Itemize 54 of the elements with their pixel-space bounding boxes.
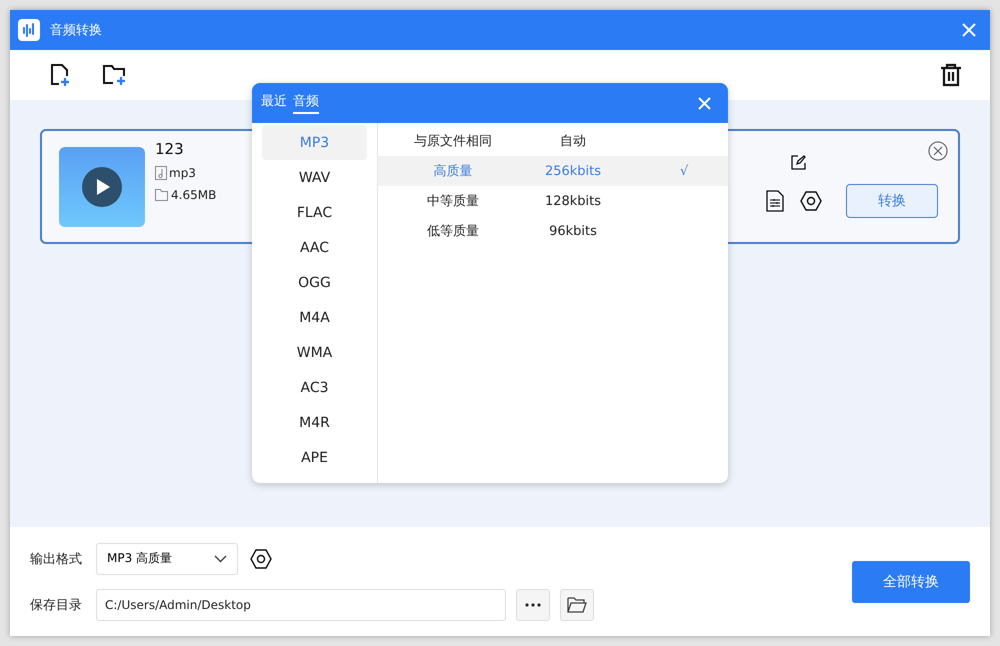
format-item[interactable]: AAC	[262, 230, 367, 265]
output-format-dropdown[interactable]: MP3 高质量	[96, 542, 238, 574]
close-icon[interactable]	[698, 96, 711, 110]
music-file-icon	[155, 166, 167, 180]
quality-name: 与原文件相同	[413, 133, 493, 150]
file-format: mp3	[169, 166, 196, 180]
more-icon	[525, 602, 541, 606]
quality-row[interactable]: 与原文件相同 自动	[378, 126, 728, 156]
more-button[interactable]	[516, 588, 550, 620]
window-title: 音频转换	[50, 22, 103, 39]
delete-icon[interactable]	[940, 63, 962, 87]
format-item[interactable]: WMA	[262, 335, 367, 370]
check-mark: √	[680, 164, 688, 178]
file-name: 123	[155, 140, 185, 158]
popup-tab[interactable]: 音频	[293, 92, 319, 114]
file-settings-icon[interactable]	[766, 190, 784, 212]
play-icon[interactable]	[82, 166, 122, 206]
quality-row[interactable]: 低等质量 96kbits	[378, 216, 728, 246]
add-folder-icon[interactable]	[102, 63, 128, 87]
quality-row[interactable]: 高质量 256kbits √	[378, 156, 728, 186]
open-folder-button[interactable]	[560, 588, 594, 620]
settings-icon[interactable]	[800, 191, 822, 211]
close-icon[interactable]	[962, 23, 976, 37]
bitrate: 96kbits	[548, 224, 598, 238]
edit-icon[interactable]	[791, 155, 806, 170]
save-directory-field[interactable]: C:/Users/Admin/Desktop	[96, 588, 506, 620]
file-size: 4.65MB	[171, 188, 216, 202]
remove-icon[interactable]	[928, 141, 948, 161]
format-item[interactable]: OGG	[262, 265, 367, 300]
format-item[interactable]: WAV	[262, 160, 367, 195]
bitrate: 256kbits	[544, 164, 602, 178]
folder-icon	[567, 596, 587, 612]
format-item[interactable]: AC3	[262, 370, 367, 405]
quality-row[interactable]: 中等质量 128kbits	[378, 186, 728, 216]
chevron-down-icon	[214, 554, 227, 562]
quality-name: 低等质量	[426, 223, 480, 240]
app-logo-icon	[18, 19, 40, 41]
bitrate: 自动	[559, 133, 587, 150]
format-item[interactable]: APE	[262, 440, 367, 475]
convert-button[interactable]: 转换	[846, 184, 938, 218]
output-format-label: 输出格式	[30, 550, 83, 568]
convert-all-button[interactable]: 全部转换	[852, 560, 970, 602]
bitrate: 128kbits	[544, 194, 602, 208]
quality-name: 高质量	[432, 163, 474, 180]
popup-tab[interactable]: 最近	[261, 92, 287, 114]
format-item[interactable]: M4R	[262, 405, 367, 440]
settings-icon[interactable]	[250, 548, 272, 568]
format-item[interactable]: FLAC	[262, 195, 367, 230]
save-directory-label: 保存目录	[30, 596, 83, 614]
folder-icon	[155, 189, 169, 201]
format-item[interactable]: MP3	[262, 125, 367, 160]
add-file-icon[interactable]	[48, 63, 72, 87]
format-item[interactable]: M4A	[262, 300, 367, 335]
quality-name: 中等质量	[426, 193, 480, 210]
